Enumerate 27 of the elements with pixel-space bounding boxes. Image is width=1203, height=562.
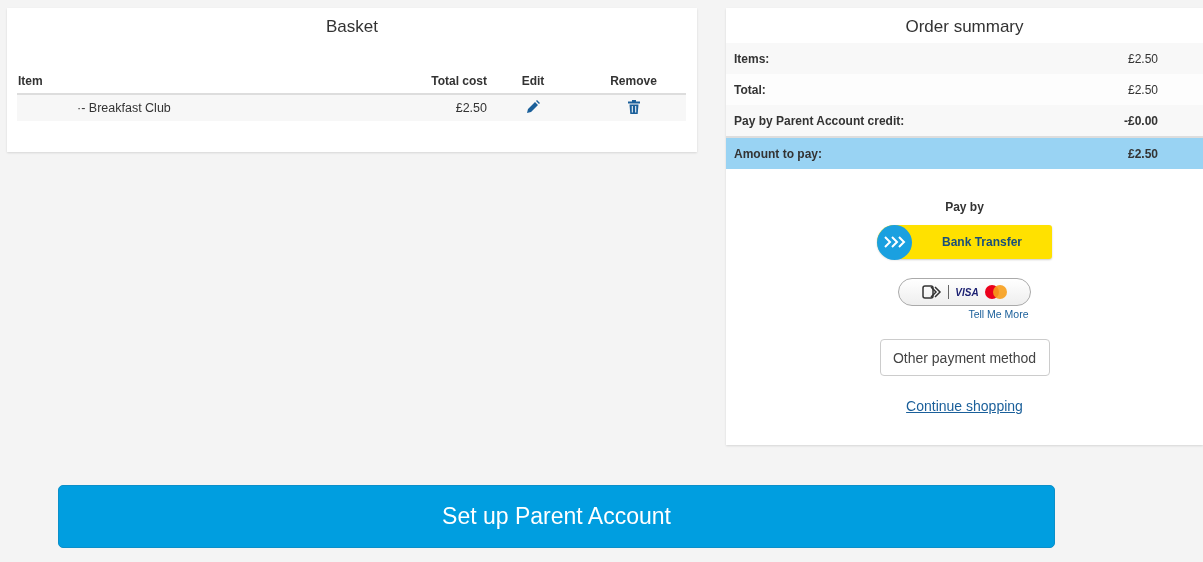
pencil-icon[interactable] [526, 99, 540, 114]
summary-label: Total: [734, 82, 766, 97]
summary-label: Items: [734, 51, 770, 66]
pay-by-label: Pay by [945, 200, 984, 214]
card-circles-icon [984, 285, 1007, 299]
card-payment-button[interactable]: VISA [898, 278, 1031, 306]
summary-label: Pay by Parent Account credit: [734, 113, 905, 128]
column-header: Item [17, 74, 44, 88]
continue-shopping-link[interactable]: Continue shopping [906, 398, 1023, 414]
column-header: Total cost [430, 74, 487, 88]
trash-icon[interactable] [627, 99, 640, 114]
table-cell-text: ·- Breakfast Club [76, 101, 172, 115]
summary-value: £2.50 [1127, 146, 1158, 161]
other-payment-button[interactable]: Other payment method [879, 339, 1050, 376]
summary-value: £2.50 [1127, 82, 1158, 97]
contactless-card-icon [922, 285, 943, 299]
bank-transfer-button[interactable]: Bank Transfer [877, 225, 1052, 259]
summary-value: £2.50 [1127, 51, 1158, 66]
column-header: Remove [609, 74, 658, 88]
tell-me-more-link[interactable]: Tell Me More [968, 308, 1029, 320]
panel-title: Basket [325, 16, 379, 38]
summary-value: -£0.00 [1123, 113, 1158, 128]
summary-label: Amount to pay: [734, 146, 822, 161]
column-header: Edit [520, 74, 546, 88]
table-cell-text: £2.50 [454, 101, 487, 115]
chevrons-icon [877, 224, 912, 260]
panel-title: Order summary [904, 16, 1025, 38]
